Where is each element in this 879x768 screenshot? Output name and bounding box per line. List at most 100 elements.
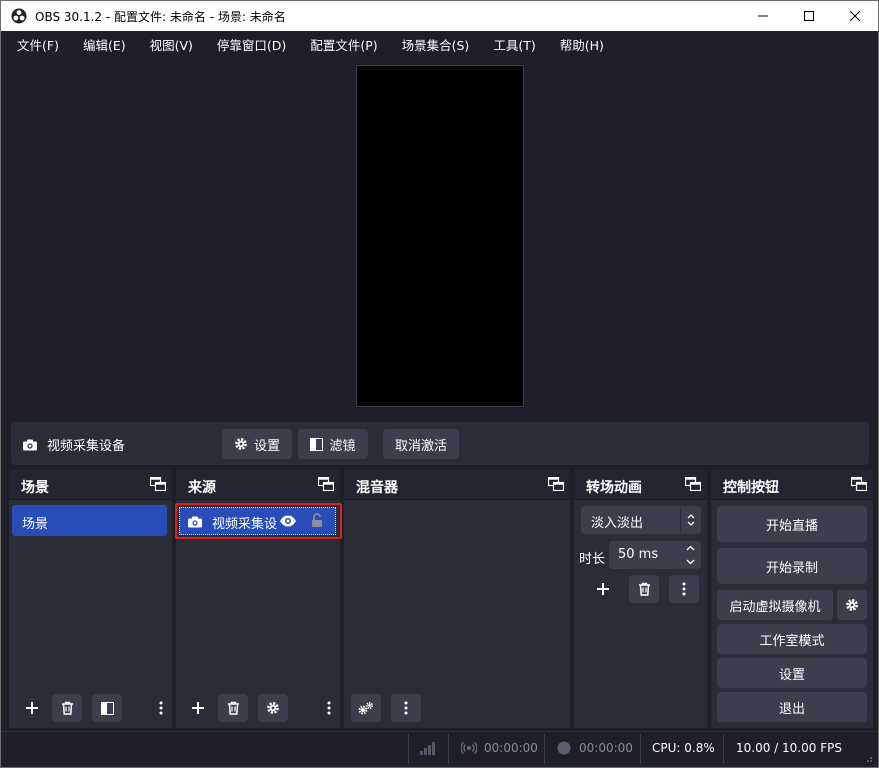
mixer-dock-title: 混音器 [356,480,398,496]
status-separator [723,734,724,764]
spin-down-icon[interactable] [686,557,695,566]
gear-icon [235,438,247,450]
stream-time: 00:00:00 [484,741,538,755]
settings-label: 设置 [778,667,805,683]
remove-source-button[interactable] [218,694,248,722]
menu-file[interactable]: 文件(F) [17,35,59,54]
eye-icon[interactable] [279,515,297,527]
start-streaming-label: 开始直播 [765,518,818,534]
menu-tools[interactable]: 工具(T) [493,35,535,54]
trash-icon [61,701,73,715]
sources-dock-header: 来源 [176,470,340,500]
source-filters-button[interactable]: 滤镜 [298,429,368,459]
menu-view[interactable]: 视图(V) [150,35,193,54]
close-button[interactable] [832,1,878,31]
controls-dock-title: 控制按钮 [723,480,779,496]
menu-docks[interactable]: 停靠窗口(D) [217,35,286,54]
maximize-button[interactable] [786,1,832,31]
studio-mode-button[interactable]: 工作室模式 [717,624,867,654]
gear-icon [267,702,279,714]
menu-scene-collection[interactable]: 场景集合(S) [402,35,470,54]
mixer-toolbar [344,694,570,724]
transition-properties-button[interactable] [669,575,699,603]
duration-spinbox[interactable]: 50 ms [609,541,701,569]
source-item[interactable]: 视频采集设 [179,507,336,535]
fps-readout: 10.00 / 10.00 FPS [736,741,842,755]
scenes-dock-title: 场景 [21,480,49,496]
audio-advanced-button[interactable] [351,694,381,722]
scene-item[interactable]: 场景 [12,505,167,536]
camera-icon [188,516,202,528]
duration-value: 50 ms [618,547,659,562]
transition-select-value: 淡入淡出 [591,516,644,531]
unlock-icon[interactable] [311,513,323,528]
virtual-camera-button[interactable]: 启动虚拟摄像机 [717,590,833,620]
select-divider [680,509,681,531]
status-separator [640,734,641,764]
status-bar: 00:00:00 00:00:00 CPU: 0.8% 10.00 / 10.0… [1,731,878,767]
gear-icon [846,599,858,611]
undock-icon[interactable] [150,477,166,491]
obs-logo-icon [11,8,27,24]
exit-label: 退出 [778,701,805,717]
sources-toolbar [176,694,340,724]
undock-icon[interactable] [685,477,701,491]
menu-help[interactable]: 帮助(H) [560,35,604,54]
undock-icon[interactable] [548,477,564,491]
settings-button[interactable]: 设置 [717,658,867,688]
add-scene-button[interactable] [17,694,47,722]
minimize-icon [758,15,768,17]
scenes-toolbar [9,694,172,724]
source-settings-label: 设置 [253,438,280,454]
scene-filters-button[interactable] [92,694,122,722]
current-source: 视频采集设备 [23,435,125,454]
mixer-more-button[interactable] [391,694,421,722]
controls-dock: 控制按钮 开始直播 开始录制 启动虚拟摄像机 工作室模式 设置 退出 [711,470,873,728]
more-vertical-icon [404,701,408,715]
source-properties-button[interactable] [258,694,288,722]
transitions-dock-header: 转场动画 [574,470,707,500]
obs-window: OBS 30.1.2 - 配置文件: 未命名 - 场景: 未命名 文件(F) 编… [0,0,879,768]
preview-canvas[interactable] [356,65,524,407]
spin-up-icon[interactable] [686,544,695,553]
sources-more-button[interactable] [322,694,336,722]
virtual-camera-settings-button[interactable] [837,590,867,620]
start-streaming-button[interactable]: 开始直播 [717,506,867,542]
menu-profile[interactable]: 配置文件(P) [310,35,377,54]
transitions-dock: 转场动画 淡入淡出 时长 50 ms [574,470,707,728]
scenes-dock-header: 场景 [9,470,172,500]
broadcast-icon [461,742,477,754]
trash-icon [227,701,239,715]
mixer-body [344,500,570,728]
sources-dock: 来源 视频采集设 [175,470,342,728]
minimize-button[interactable] [740,1,786,31]
remove-scene-button[interactable] [52,694,82,722]
status-separator [448,734,449,764]
controls-body: 开始直播 开始录制 启动虚拟摄像机 工作室模式 设置 退出 [711,500,873,728]
source-item-label: 视频采集设 [212,517,278,532]
menu-edit[interactable]: 编辑(E) [83,35,126,54]
deactivate-button[interactable]: 取消激活 [383,429,459,459]
scenes-dock: 场景 场景 [9,470,172,728]
more-vertical-icon [327,701,331,715]
scenes-more-button[interactable] [154,694,168,722]
add-transition-button[interactable] [588,575,618,603]
menu-bar: 文件(F) 编辑(E) 视图(V) 停靠窗口(D) 配置文件(P) 场景集合(S… [1,31,878,57]
add-source-button[interactable] [183,694,213,722]
plus-icon [597,583,609,595]
camera-icon [23,439,37,450]
resize-grip-icon[interactable] [863,753,873,763]
source-toolbar: 视频采集设备 设置 滤镜 取消激活 [11,422,869,465]
transition-select[interactable]: 淡入淡出 [581,506,701,534]
mixer-dock: 混音器 [344,470,570,728]
exit-button[interactable]: 退出 [717,692,867,722]
remove-transition-button[interactable] [629,575,659,603]
start-recording-button[interactable]: 开始录制 [717,548,867,584]
source-settings-button[interactable]: 设置 [222,429,292,459]
start-recording-label: 开始录制 [765,560,818,576]
undock-icon[interactable] [851,477,867,491]
undock-icon[interactable] [318,477,334,491]
more-vertical-icon [682,582,686,596]
transitions-body: 淡入淡出 时长 50 ms [574,500,707,728]
duration-label: 时长 [579,552,606,567]
